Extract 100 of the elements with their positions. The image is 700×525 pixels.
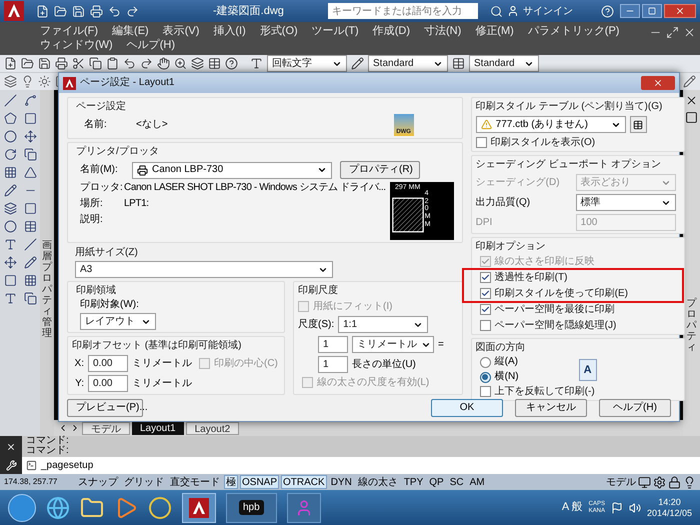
viewport-icon[interactable] <box>638 476 651 488</box>
draw-tool-icon[interactable] <box>4 148 16 161</box>
restore-icon[interactable] <box>666 26 679 39</box>
draw-tool-icon[interactable] <box>24 130 36 143</box>
layers-icon[interactable] <box>4 75 17 88</box>
redo-icon[interactable] <box>140 57 153 70</box>
flag-icon[interactable] <box>610 502 623 514</box>
undo-icon[interactable] <box>123 57 136 70</box>
minimize-button[interactable] <box>620 4 640 18</box>
dimension-style-icon[interactable] <box>351 57 364 70</box>
input-field[interactable]: 1 <box>318 356 348 373</box>
checkbox[interactable] <box>480 288 491 299</box>
checkbox[interactable] <box>480 386 491 397</box>
dialog-button[interactable]: OK <box>431 399 503 417</box>
menu-item[interactable]: 寸法(N) <box>424 24 462 38</box>
undo-icon[interactable] <box>108 4 121 18</box>
start-button[interactable] <box>8 494 36 522</box>
draw-tool-icon[interactable] <box>4 220 16 233</box>
draw-tool-icon[interactable] <box>24 94 36 107</box>
close-icon[interactable] <box>685 94 698 107</box>
draw-tool-icon[interactable] <box>4 256 16 269</box>
table-icon[interactable] <box>208 57 221 70</box>
menu-item[interactable]: パラメトリック(P) <box>528 24 620 38</box>
menu-item[interactable]: ウィンドウ(W) <box>40 38 113 52</box>
status-toggle[interactable]: スナップ <box>76 475 120 489</box>
volume-icon[interactable] <box>628 502 641 514</box>
app-logo-icon[interactable] <box>63 76 76 90</box>
draw-tool-icon[interactable] <box>24 112 36 125</box>
panel-icon[interactable] <box>685 111 698 124</box>
save-icon[interactable] <box>38 57 51 70</box>
lock-icon[interactable] <box>668 476 681 488</box>
sign-in-button[interactable]: サインイン <box>506 4 573 18</box>
dialog-button[interactable]: ヘルプ(H) <box>599 399 671 417</box>
draw-tool-icon[interactable] <box>24 202 36 215</box>
draw-tool-icon[interactable] <box>4 202 16 215</box>
checkbox[interactable] <box>480 272 491 283</box>
layout-tab[interactable]: モデル <box>82 422 130 434</box>
draw-tool-icon[interactable] <box>24 274 36 287</box>
menu-item[interactable]: 編集(E) <box>112 24 149 38</box>
status-toggle[interactable]: AM <box>468 475 487 489</box>
draw-tool-icon[interactable] <box>4 130 16 143</box>
open-folder-icon[interactable] <box>21 57 34 70</box>
menu-item[interactable]: ツール(T) <box>312 24 359 38</box>
status-toggle[interactable]: グリッド <box>122 475 166 489</box>
search-field[interactable]: キーワードまたは語句を入力 <box>328 3 478 19</box>
paper-size-dropdown[interactable]: A3 <box>75 261 333 278</box>
close-icon[interactable] <box>6 442 16 452</box>
shading-dropdown[interactable]: 標準 <box>576 194 676 211</box>
app-logo-icon[interactable] <box>189 498 209 518</box>
status-toggle[interactable]: SC <box>448 475 466 489</box>
pencil-icon[interactable] <box>683 75 696 88</box>
draw-tool-icon[interactable] <box>4 274 16 287</box>
settings-icon[interactable] <box>653 476 666 488</box>
print-icon[interactable] <box>55 57 68 70</box>
layout-tab[interactable]: Layout2 <box>186 422 240 434</box>
close-icon[interactable] <box>683 26 696 39</box>
help-icon[interactable] <box>225 57 238 70</box>
menu-item[interactable]: 形式(O) <box>260 24 298 38</box>
draw-tool-icon[interactable] <box>24 238 36 251</box>
dialog-button[interactable]: プロパティ(R) <box>340 161 420 179</box>
menu-item[interactable]: ヘルプ(H) <box>126 38 175 52</box>
print-icon[interactable] <box>90 4 103 18</box>
dialog-button[interactable]: キャンセル <box>515 399 587 417</box>
maximize-button[interactable] <box>642 4 662 18</box>
app-logo-icon[interactable] <box>4 1 24 21</box>
status-toggle[interactable]: DYN <box>328 475 354 489</box>
cut-icon[interactable] <box>72 57 85 70</box>
status-toggle[interactable]: TPY <box>402 475 426 489</box>
ime-indicator[interactable]: A 般 <box>562 499 583 516</box>
draw-tool-icon[interactable] <box>4 292 16 305</box>
status-toggle[interactable]: OSNAP <box>240 475 280 489</box>
menu-item[interactable]: 修正(M) <box>475 24 514 38</box>
scale-dropdown[interactable]: 1:1 <box>338 316 428 333</box>
table-style-dropdown[interactable]: Standard <box>469 55 539 72</box>
hand-icon[interactable] <box>157 57 170 70</box>
printer-dropdown[interactable]: Canon LBP-730 <box>132 162 332 178</box>
dimension-style-dropdown[interactable]: Standard <box>368 55 448 72</box>
draw-tool-icon[interactable] <box>24 166 36 179</box>
wrench-icon[interactable] <box>6 460 16 471</box>
zoom-icon[interactable] <box>174 57 187 70</box>
text-style-dropdown[interactable]: 回転文字 <box>267 55 347 72</box>
sun-icon[interactable] <box>38 75 51 88</box>
layout-tab[interactable]: Layout1 <box>132 422 184 434</box>
status-toggle[interactable]: 直交モード <box>168 475 222 489</box>
draw-tool-icon[interactable] <box>24 148 36 161</box>
table-style-icon[interactable] <box>452 57 465 70</box>
plot-style-dropdown[interactable]: 777.ctb (ありません) <box>476 116 626 133</box>
paste-icon[interactable] <box>106 57 119 70</box>
layers-icon[interactable] <box>191 57 204 70</box>
new-file-icon[interactable] <box>4 57 17 70</box>
draw-tool-icon[interactable] <box>4 184 16 197</box>
input-field[interactable]: 0.00 <box>88 355 128 372</box>
checkbox[interactable] <box>480 304 491 315</box>
close-button[interactable] <box>664 4 696 18</box>
edit-style-button[interactable] <box>630 116 647 133</box>
draw-tool-icon[interactable] <box>4 166 16 179</box>
draw-tool-icon[interactable] <box>4 238 16 251</box>
folder-icon[interactable] <box>80 496 104 520</box>
close-button[interactable] <box>641 76 675 90</box>
checkbox[interactable] <box>476 137 487 148</box>
